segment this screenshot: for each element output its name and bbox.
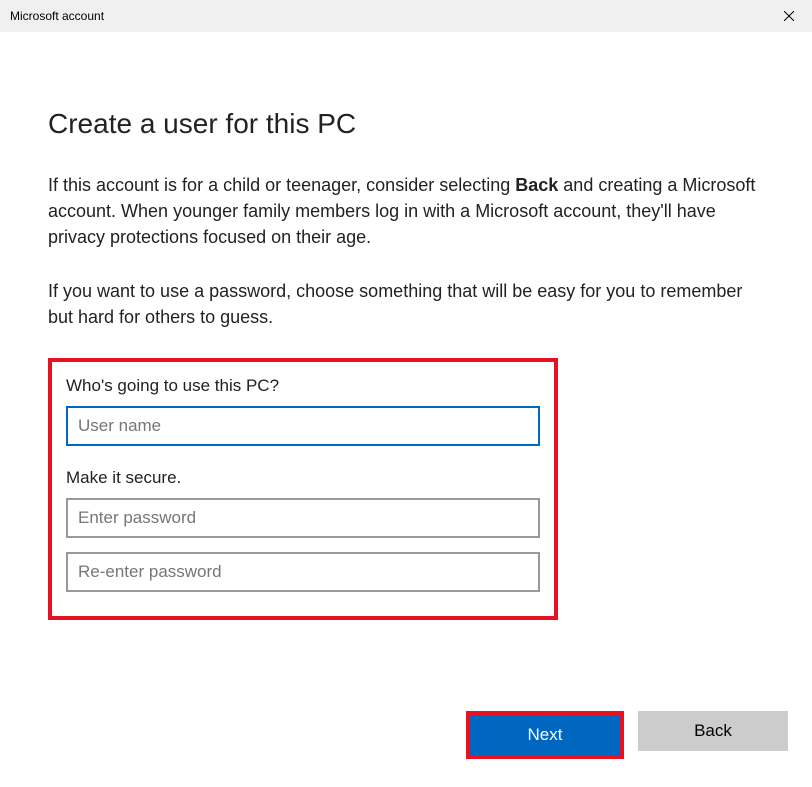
reenter-password-input[interactable] [66,552,540,592]
para1-bold: Back [515,175,558,195]
secure-label: Make it secure. [66,468,540,488]
back-button[interactable]: Back [638,711,788,751]
titlebar: Microsoft account [0,0,812,32]
content-area: Create a user for this PC If this accoun… [0,32,812,620]
para1-pre: If this account is for a child or teenag… [48,175,515,195]
username-input[interactable] [66,406,540,446]
next-button[interactable]: Next [470,715,620,755]
window-title: Microsoft account [10,9,104,23]
button-row: Next Back [466,711,788,759]
password-input[interactable] [66,498,540,538]
page-heading: Create a user for this PC [48,108,764,140]
next-button-highlight: Next [466,711,624,759]
instruction-paragraph-1: If this account is for a child or teenag… [48,172,764,250]
instruction-paragraph-2: If you want to use a password, choose so… [48,278,764,330]
close-button[interactable] [766,0,812,32]
close-icon [784,11,794,21]
form-block: Who's going to use this PC? Make it secu… [48,358,558,620]
who-label: Who's going to use this PC? [66,376,540,396]
